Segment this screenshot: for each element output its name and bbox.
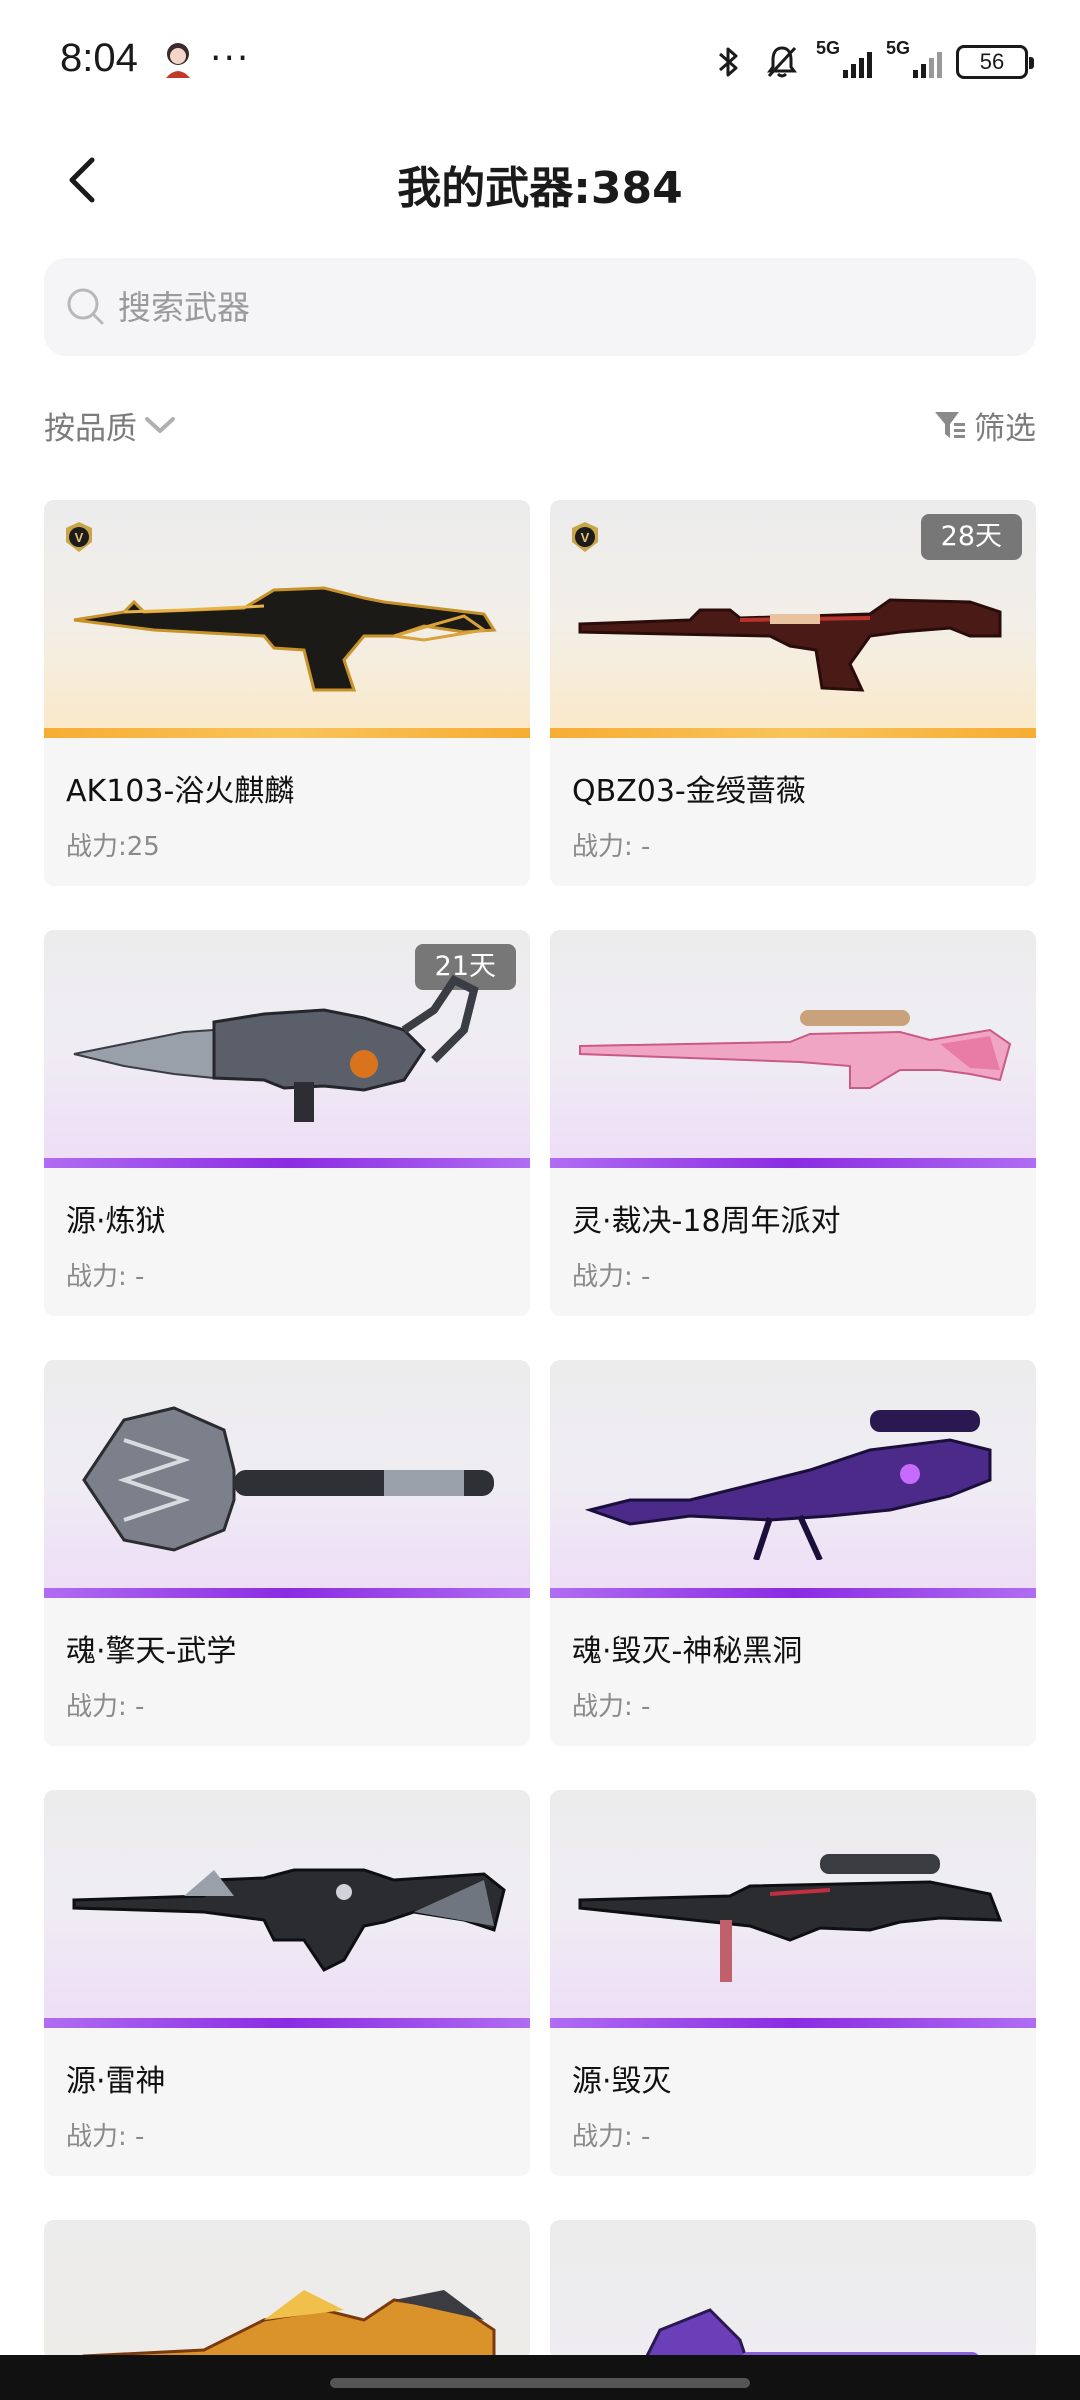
weapon-image-area (550, 1790, 1036, 2028)
bluetooth-icon (719, 47, 738, 77)
weapon-image-area (550, 930, 1036, 1168)
weapon-image-area: 21天 (44, 930, 530, 1168)
weapon-power: 战力: - (66, 2122, 145, 2152)
sort-label: 按品质 (44, 410, 137, 447)
weapon-name: AK103-浴火麒麟 (66, 774, 295, 809)
avatar-icon (166, 43, 190, 78)
rarity-stripe (44, 2018, 530, 2028)
weapon-power: 战力: - (572, 832, 651, 862)
weapon-power: 战力: - (572, 1692, 651, 1722)
weapon-card[interactable] (44, 2220, 530, 2360)
weapon-image-area (44, 1790, 530, 2028)
heavy-sniper-image (578, 1854, 1003, 1982)
weapon-card[interactable]: 灵·裁决-18周年派对 战力: - (550, 930, 1036, 1316)
weapon-image-area (550, 2220, 1036, 2360)
sniper-rifle-image (579, 1010, 1012, 1089)
weapon-card[interactable]: V AK103-浴火麒麟 战力:25 (44, 500, 530, 886)
network-type-1: 5G (816, 38, 841, 58)
status-time: 8:04 (60, 36, 138, 80)
weapon-power: 战力:25 (66, 832, 160, 862)
network-type-2: 5G (886, 38, 911, 58)
weapon-card[interactable]: 魂·毁灭-神秘黑洞 战力: - (550, 1360, 1036, 1746)
shovel-weapon-image (82, 1406, 494, 1552)
battery-level: 56 (979, 49, 1005, 74)
silent-bell-icon (767, 46, 797, 78)
assault-rifle-image (82, 2290, 496, 2360)
weapon-card[interactable]: 魂·擎天-武学 战力: - (44, 1360, 530, 1746)
filter-button[interactable]: 筛选 (932, 403, 1036, 448)
weapon-power: 战力: - (572, 1262, 651, 1292)
weapon-image-area: V (44, 500, 530, 738)
filter-icon (935, 412, 965, 438)
weapon-name: 源·炼狱 (66, 1204, 166, 1239)
weapon-power: 战力: - (66, 1262, 145, 1292)
home-indicator[interactable] (330, 2378, 750, 2388)
shovel-weapon-image (643, 2308, 980, 2360)
sort-by-quality-button[interactable]: 按品质 (44, 403, 177, 448)
status-bar: 8:04 ··· 5G 5G 56 (0, 0, 1080, 126)
filter-label: 筛选 (974, 410, 1036, 447)
weapon-image-area: V 28天 (550, 500, 1036, 738)
assault-rifle-image (72, 1868, 506, 1972)
heavy-sniper-image (584, 1410, 992, 1560)
weapon-name: 灵·裁决-18周年派对 (572, 1204, 841, 1239)
signal-1-icon: 5G (816, 38, 872, 82)
signal-2-icon: 5G (886, 38, 942, 82)
weapon-card[interactable]: V 28天 QBZ03-金绶蔷薇 战力: - (550, 500, 1036, 886)
rarity-stripe (44, 728, 530, 738)
weapon-name: 魂·毁灭-神秘黑洞 (572, 1634, 803, 1669)
status-icons: 5G 5G 56 (708, 38, 1034, 84)
weapon-image-area (44, 1360, 530, 1598)
rarity-stripe (550, 1158, 1036, 1168)
rarity-stripe (44, 1158, 530, 1168)
search-bar[interactable] (44, 258, 1036, 356)
page-header: 我的武器:384 (0, 126, 1080, 236)
weapon-card[interactable]: 源·毁灭 战力: - (550, 1790, 1036, 2176)
more-dots: ··· (210, 38, 251, 79)
rarity-stripe (550, 1588, 1036, 1598)
assault-rifle-image (578, 598, 1002, 692)
battery-icon: 56 (956, 45, 1034, 79)
search-input[interactable] (118, 287, 978, 327)
weapon-power: 战力: - (66, 1692, 145, 1722)
weapon-power: 战力: - (572, 2122, 651, 2152)
rarity-stripe (550, 2018, 1036, 2028)
rarity-stripe (44, 1588, 530, 1598)
assault-rifle-image (73, 586, 497, 692)
weapon-name: QBZ03-金绶蔷薇 (572, 774, 806, 809)
chevron-down-icon (145, 417, 175, 433)
weapon-name: 魂·擎天-武学 (66, 1634, 237, 1669)
search-icon (67, 288, 104, 325)
page-title: 我的武器:384 (397, 163, 683, 214)
weapon-image-area (44, 2220, 530, 2360)
weapon-name: 源·毁灭 (572, 2064, 672, 2099)
weapon-name: 源·雷神 (66, 2064, 166, 2099)
weapon-card[interactable]: 源·雷神 战力: - (44, 1790, 530, 2176)
chainsaw-gun-image (73, 974, 479, 1122)
weapon-image-area (550, 1360, 1036, 1598)
weapon-card[interactable] (550, 2220, 1036, 2360)
weapon-card[interactable]: 21天 源·炼狱 战力: - (44, 930, 530, 1316)
rarity-stripe (550, 728, 1036, 738)
sort-filter-row: 按品质 筛选 (44, 400, 1036, 450)
